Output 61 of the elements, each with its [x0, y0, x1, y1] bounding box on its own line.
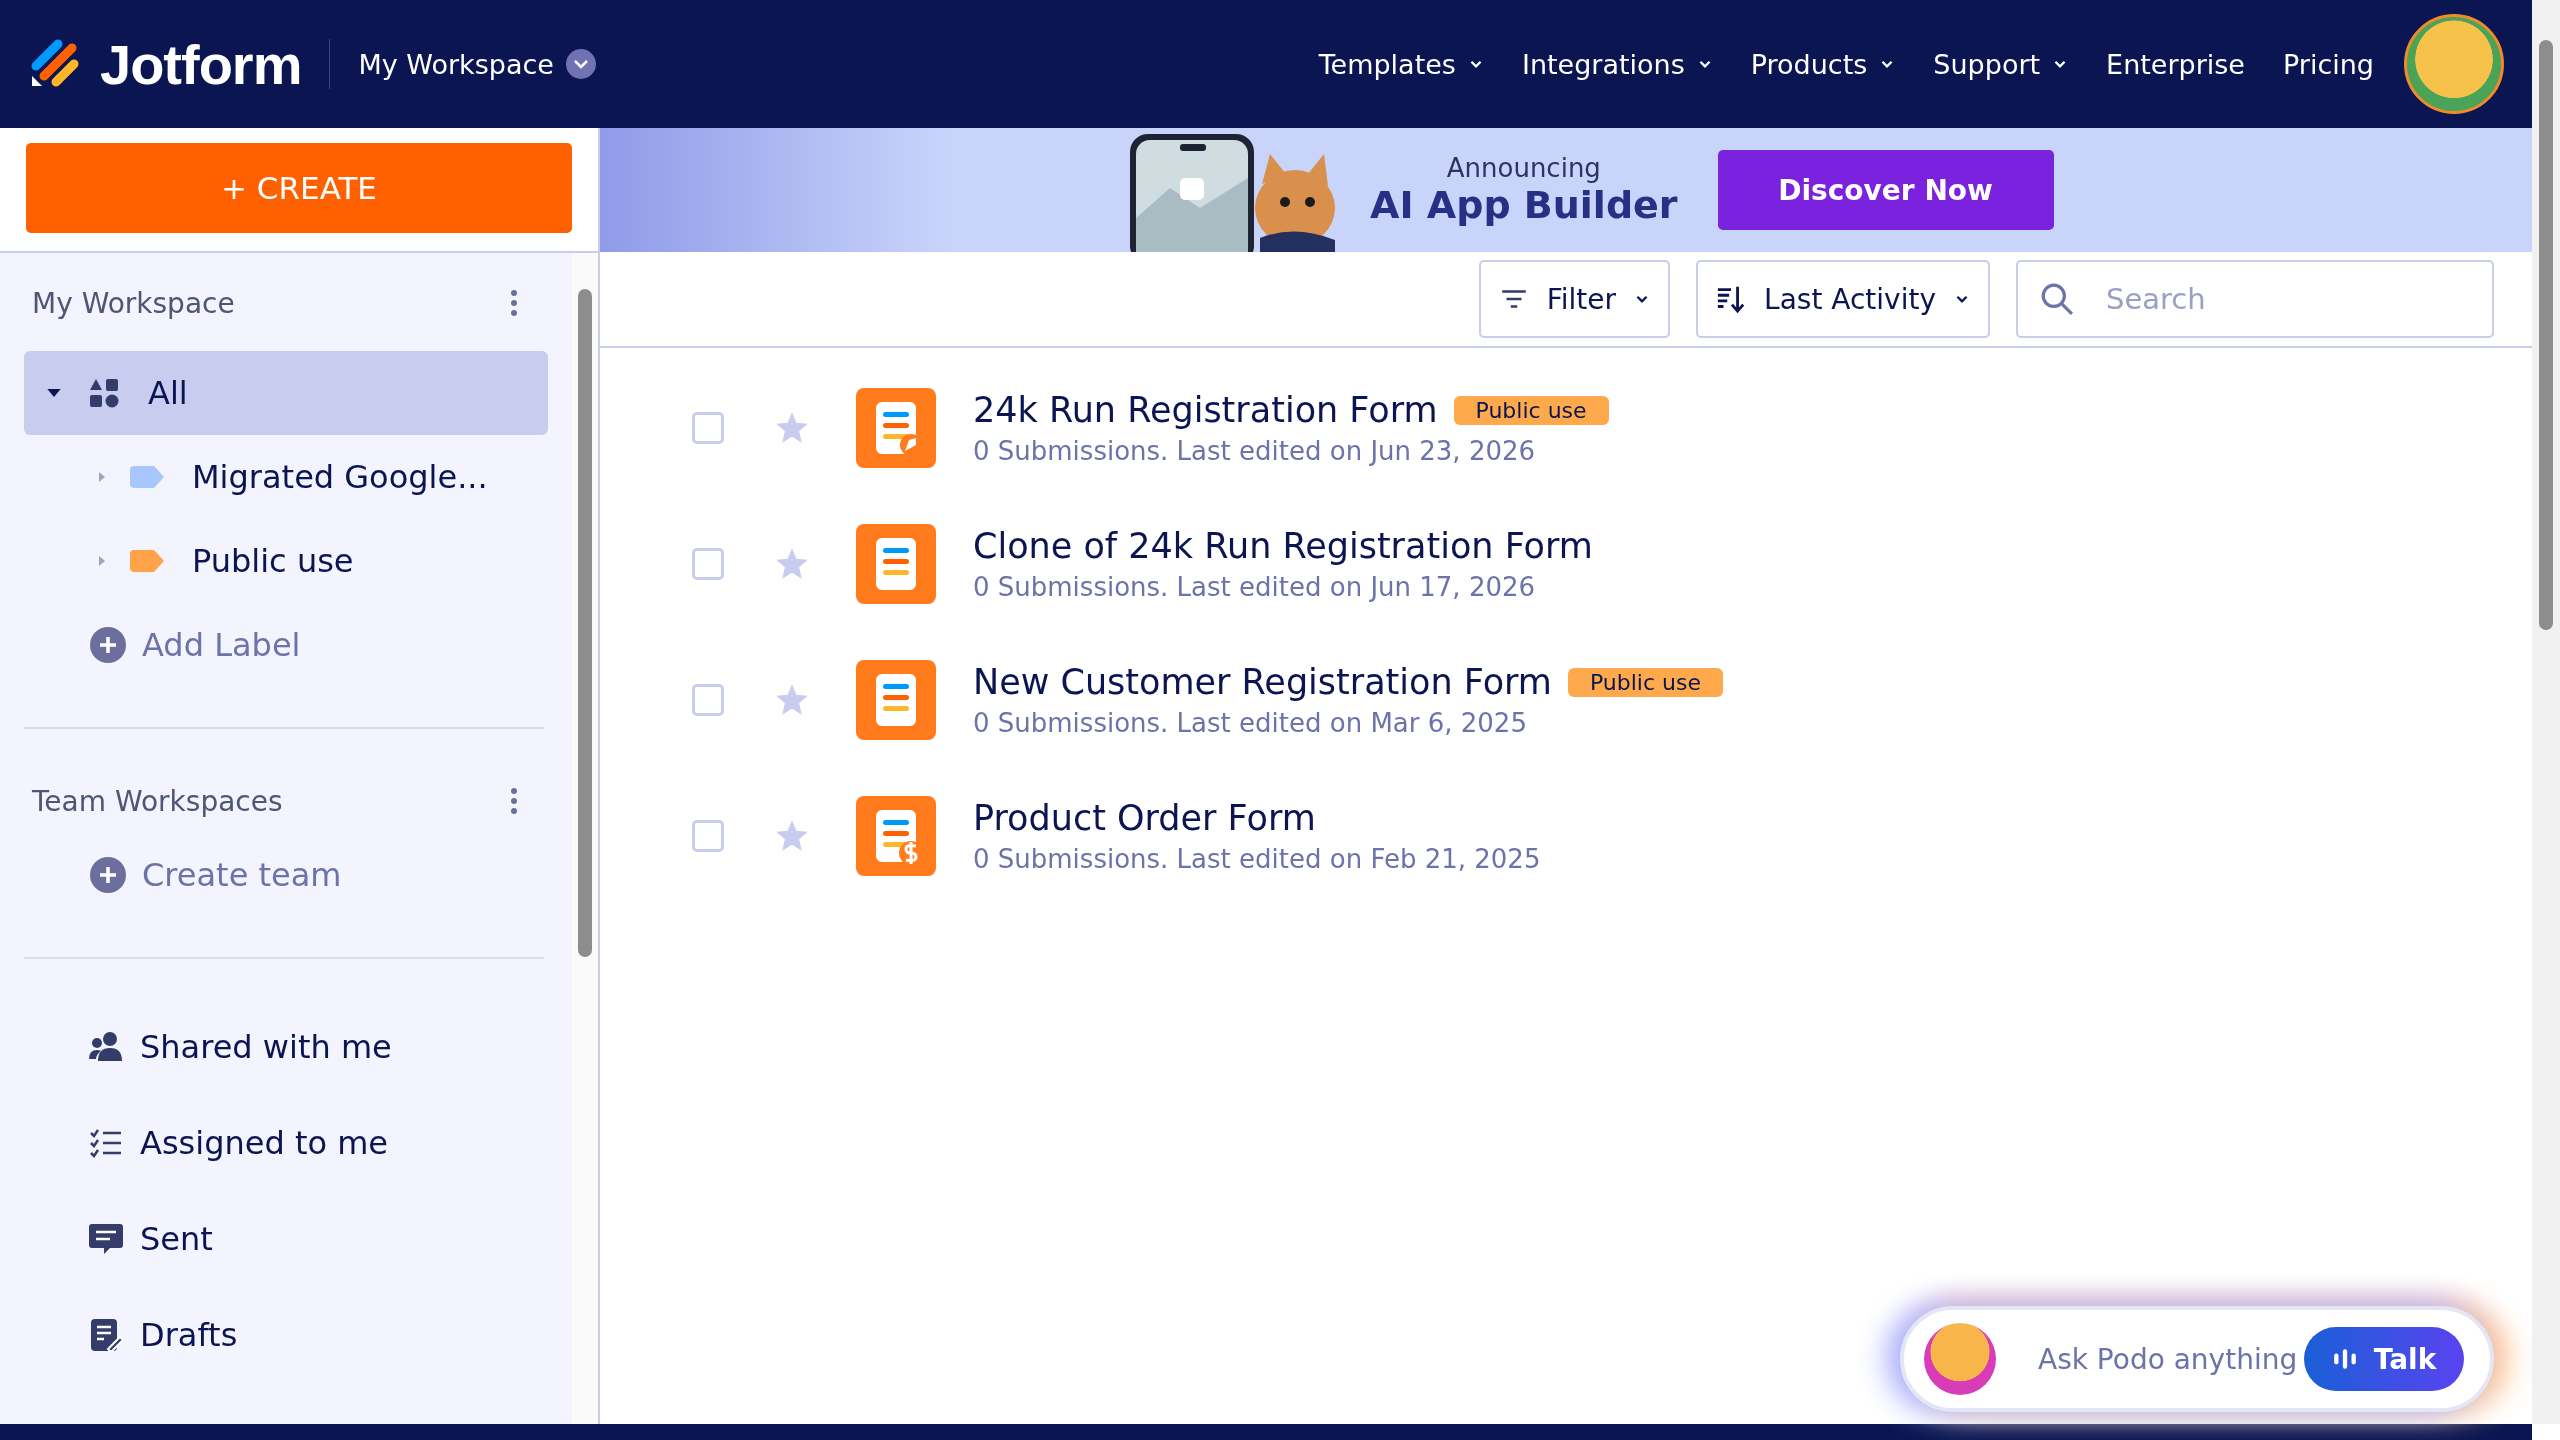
scrollbar[interactable] [2532, 0, 2560, 1424]
section-title: Team Workspaces [32, 784, 283, 818]
form-tag: Public use [1567, 667, 1723, 697]
form-meta: 0 Submissions. Last edited on Jun 23, 2026 [973, 436, 1537, 466]
banner-title: AI App Builder [1370, 183, 1678, 227]
payment-form-icon[interactable] [856, 796, 936, 876]
star-icon[interactable] [774, 818, 810, 854]
shapes-icon [88, 377, 120, 409]
search-field[interactable]: Search [2016, 260, 2494, 338]
form-tag: Public use [1453, 395, 1609, 425]
message-icon [88, 1221, 124, 1257]
form-title[interactable]: 24k Run Registration Form [973, 390, 1438, 430]
label-item[interactable]: Public use [24, 519, 548, 603]
checkbox[interactable] [692, 684, 724, 716]
document-pen-icon [88, 1317, 124, 1353]
sidebar-item[interactable]: Sent [24, 1191, 548, 1287]
form-meta: 0 Submissions. Last edited on Jun 17, 2026 [973, 572, 1537, 602]
scrollbar[interactable] [572, 253, 598, 1424]
chevron-down-icon[interactable] [565, 49, 596, 79]
form-icon[interactable] [856, 524, 936, 604]
star-icon[interactable] [774, 410, 810, 446]
nav-link[interactable]: Integrations [1521, 48, 1713, 80]
sort-icon [1716, 284, 1747, 314]
more-icon[interactable] [510, 787, 518, 815]
section-title: My Workspace [32, 286, 235, 320]
folder-item[interactable]: All [24, 351, 548, 435]
plus-icon [90, 857, 126, 893]
sort-dropdown[interactable]: Last Activity [1696, 260, 1990, 338]
label-item[interactable]: Migrated Google... [24, 435, 548, 519]
logo-text[interactable]: Jotform [100, 31, 302, 97]
checkbox[interactable] [692, 548, 724, 580]
star-icon[interactable] [774, 682, 810, 718]
workspace-switcher[interactable]: My Workspace [358, 48, 554, 80]
nav-link[interactable]: Enterprise [2106, 48, 2245, 80]
nav-link[interactable]: Templates [1318, 48, 1484, 80]
checkbox[interactable] [692, 820, 724, 852]
sidebar-item[interactable]: Shared with me [24, 999, 548, 1095]
add-label-link[interactable]: Add Label [24, 603, 548, 687]
sidebar-item[interactable]: Assigned to me [24, 1095, 548, 1191]
form-title[interactable]: Clone of 24k Run Registration Form [973, 526, 1593, 566]
checkbox[interactable] [692, 412, 724, 444]
form-icon[interactable] [856, 660, 936, 740]
form-title[interactable]: New Customer Registration Form [973, 662, 1552, 702]
star-icon[interactable] [774, 546, 810, 582]
form-meta: 0 Submissions. Last edited on Feb 21, 2025 [973, 844, 1541, 874]
filter-button[interactable]: Filter [1478, 260, 1671, 338]
nav-link[interactable]: Support [1933, 48, 2069, 80]
discover-button[interactable]: Discover Now [1717, 150, 2054, 230]
talk-button[interactable]: Talk [2304, 1327, 2464, 1391]
sign-form-icon[interactable] [856, 388, 936, 468]
ask-field[interactable]: Ask Podo anything [2036, 1341, 2300, 1377]
more-icon[interactable] [510, 289, 518, 317]
banner-kicker: Announcing [1446, 153, 1601, 183]
form-title[interactable]: Product Order Form [973, 798, 1316, 838]
sidebar-item[interactable]: Drafts [24, 1287, 548, 1383]
plus-icon [90, 627, 126, 663]
form-meta: 0 Submissions. Last edited on Mar 6, 2025 [973, 708, 1528, 738]
nav-link[interactable]: Products [1750, 48, 1896, 80]
create-team-link[interactable]: Create team [24, 833, 548, 917]
nav-link[interactable]: Pricing [2283, 48, 2374, 80]
voice-icon [2331, 1346, 2358, 1372]
